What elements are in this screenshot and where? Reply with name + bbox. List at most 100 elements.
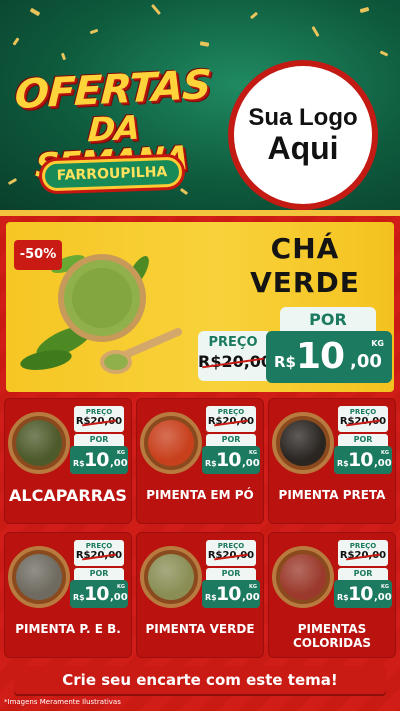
por-label: POR [74, 568, 124, 580]
logo-text-line-1: Sua Logo [248, 104, 358, 132]
header: OFERTAS DA SEMANA FARROUPILHA Sua Logo A… [0, 0, 400, 210]
confetti [12, 37, 20, 46]
price-decimal: ,00 [242, 458, 260, 469]
price-decimal: ,00 [110, 458, 128, 469]
product-name: PIMENTAS COLORIDAS [292, 622, 372, 651]
product-name: PIMENTA EM PÓ [146, 488, 254, 502]
product-image [140, 412, 202, 474]
price-tag: R$ 10,00 KG [70, 580, 128, 608]
confetti [60, 52, 67, 61]
price-integer: 10 [84, 583, 109, 605]
logo-placeholder: Sua Logo Aqui [228, 60, 378, 210]
confetti [249, 11, 259, 20]
price-tag: R$ 10,00 KG [334, 580, 392, 608]
old-price-box: PREÇO R$20,00 [206, 540, 256, 566]
cta-banner[interactable]: Crie seu encarte com este tema! [14, 666, 386, 694]
price-decimal: ,00 [374, 592, 392, 603]
product-fill [16, 554, 62, 600]
currency: R$ [205, 459, 217, 468]
product-card: PREÇO R$20,00 POR R$ 10,00 KG PIMENTA VERDE [136, 532, 264, 658]
preco-label: PREÇO [217, 408, 245, 416]
old-price-box: PREÇO R$20,00 [74, 540, 124, 566]
product-image [140, 546, 202, 608]
por-label: POR [74, 434, 124, 446]
product-fill [280, 420, 326, 466]
product-fill [148, 420, 194, 466]
price-tag: R$ 10,00 KG [202, 580, 260, 608]
preco-label: PREÇO [85, 542, 113, 550]
currency: R$ [205, 593, 217, 602]
spoon-powder [104, 354, 128, 370]
discount-badge: -50% [14, 240, 62, 270]
hero-unit: KG [371, 339, 384, 348]
old-price-box: PREÇO R$20,00 [338, 540, 388, 566]
product-fill [148, 554, 194, 600]
hero-por-label: POR [280, 307, 376, 333]
preco-label: PREÇO [217, 542, 245, 550]
confetti [359, 6, 370, 14]
old-price: R$20,00 [207, 550, 255, 561]
confetti [150, 3, 162, 16]
hero-price-integer: 10 [296, 336, 345, 377]
hero-price-tag: R$ 10 ,00 KG [266, 331, 392, 383]
product-image [8, 412, 70, 474]
currency: R$ [73, 459, 85, 468]
old-price-box: PREÇO R$20,00 [74, 406, 124, 432]
currency: R$ [337, 459, 349, 468]
currency: R$ [73, 593, 85, 602]
product-name: PIMENTA VERDE [145, 622, 255, 636]
price-integer: 10 [216, 583, 241, 605]
price-integer: 10 [84, 449, 109, 471]
product-card: PREÇO R$20,00 POR R$ 10,00 KG PIMENTA EM PÓ [136, 398, 264, 524]
old-price: R$20,00 [75, 416, 123, 427]
hero-product-name: CHÁ VERDE [225, 232, 385, 299]
product-image [8, 546, 70, 608]
old-price: R$20,00 [75, 550, 123, 561]
old-price-box: PREÇO R$20,00 [338, 406, 388, 432]
preco-label: PREÇO [85, 408, 113, 416]
product-image [272, 412, 334, 474]
confetti [199, 41, 210, 47]
hero-old-price-box: PREÇO R$20,00 [198, 331, 272, 381]
hero-preco-label: PREÇO [208, 335, 258, 350]
unit: KG [117, 450, 125, 456]
unit: KG [117, 584, 125, 590]
unit: KG [249, 584, 257, 590]
unit: KG [249, 450, 257, 456]
hero-name-line-2: VERDE [250, 265, 360, 299]
price-integer: 10 [216, 449, 241, 471]
por-label: POR [206, 568, 256, 580]
confetti [311, 25, 320, 38]
confetti [379, 50, 389, 57]
matcha-powder-shade [72, 268, 132, 328]
product-name: PIMENTA P. E B. [15, 622, 121, 636]
confetti [179, 187, 189, 196]
price-decimal: ,00 [374, 458, 392, 469]
price-integer: 10 [348, 583, 373, 605]
por-label: POR [206, 434, 256, 446]
por-label: POR [338, 568, 388, 580]
currency: R$ [337, 593, 349, 602]
product-card: PREÇO R$20,00 POR R$ 10,00 KG PIMENTA PRETA [268, 398, 396, 524]
logo-text-line-2: Aqui [267, 130, 339, 167]
confetti [29, 7, 41, 17]
hero-name-line-1: CHÁ [270, 232, 340, 265]
product-card: PREÇO R$20,00 POR R$ 10,00 KG PIMENTAS COLORID… [268, 532, 396, 658]
product-image [272, 546, 334, 608]
unit: KG [381, 584, 389, 590]
old-price-box: PREÇO R$20,00 [206, 406, 256, 432]
flyer: OFERTAS DA SEMANA FARROUPILHA Sua Logo A… [0, 0, 400, 711]
price-integer: 10 [348, 449, 373, 471]
product-card: PREÇO R$20,00 POR R$ 10,00 KG PIMENTA P. E B. [4, 532, 132, 658]
product-name: ALCAPARRAS [9, 486, 127, 505]
price-decimal: ,00 [242, 592, 260, 603]
product-card: PREÇO R$20,00 POR R$ 10,00 KG ALCAPARRAS [4, 398, 132, 524]
old-price: R$20,00 [339, 416, 387, 427]
por-label: POR [338, 434, 388, 446]
product-fill [280, 554, 326, 600]
price-tag: R$ 10,00 KG [334, 446, 392, 474]
product-fill [16, 420, 62, 466]
price-decimal: ,00 [110, 592, 128, 603]
product-name: PIMENTA PRETA [278, 488, 386, 502]
hero-price-decimal: ,00 [350, 351, 382, 372]
